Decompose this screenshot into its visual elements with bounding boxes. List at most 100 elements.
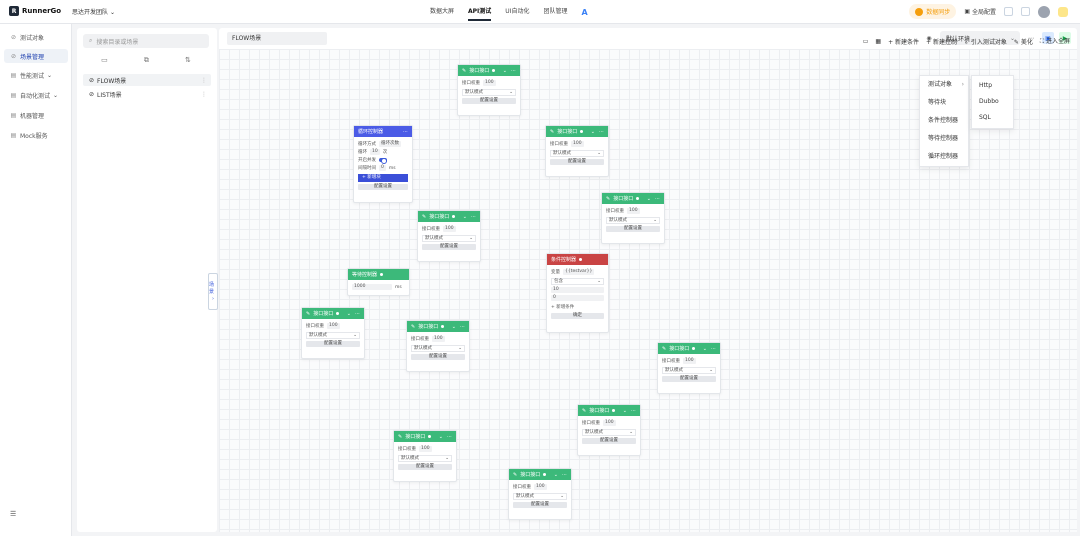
weight-input[interactable]: 100 — [327, 323, 340, 329]
menu-item-loop[interactable]: 循环控制器 — [920, 148, 968, 166]
api-node[interactable]: ✎ 接口接口 ⌄ ⋯ 接口权重 100 默认模式 ⌄ 配置设置 — [657, 342, 721, 394]
config-button[interactable]: 配置设置 — [606, 226, 660, 232]
more-icon[interactable]: ⋯ — [599, 129, 604, 135]
weight-input[interactable]: 100 — [443, 226, 456, 232]
grid-icon[interactable]: ▦ — [875, 38, 881, 45]
side-panel-toggle[interactable]: 场景 › — [208, 273, 218, 310]
new-scene-icon[interactable]: ⧉ — [144, 56, 149, 65]
chevron-down-icon[interactable]: ⌄ — [591, 129, 595, 135]
edit-icon[interactable]: ✎ — [582, 408, 586, 414]
more-icon[interactable]: ⋯ — [460, 324, 465, 330]
add-condition-button[interactable]: + 新建条件 — [888, 37, 919, 46]
api-node[interactable]: ✎ 接口接口 ⌄ ⋯ 接口权重 100 默认模式 ⌄ 配置设置 — [406, 320, 470, 372]
config-button[interactable]: 配置设置 — [422, 244, 476, 250]
more-icon[interactable]: ⋮ — [201, 91, 207, 98]
config-button[interactable]: 配置设置 — [550, 159, 604, 165]
leftnav-item-mock[interactable]: ▤ Mock服务 — [4, 128, 68, 142]
api-node[interactable]: ✎ 接口接口 ⌄ ⋯ 接口权重 100 默认模式 ⌄ 配置设置 — [545, 125, 609, 177]
weight-input[interactable]: 100 — [627, 208, 640, 214]
edit-icon[interactable]: ✎ — [550, 129, 554, 135]
more-icon[interactable]: ⋯ — [355, 311, 360, 317]
api-node[interactable]: ✎ 接口接口 ⌄ ⋯ 接口权重 100 默认模式 ⌄ 配置设置 — [393, 430, 457, 482]
mode-select[interactable]: 默认模式 ⌄ — [606, 217, 660, 224]
submenu-item-sql[interactable]: SQL — [972, 110, 1013, 126]
scene-item[interactable]: ⊘ LIST场景 ⋮ — [83, 88, 211, 100]
config-button[interactable]: 配置设置 — [513, 502, 567, 508]
edit-icon[interactable]: ✎ — [306, 311, 310, 317]
chevron-down-icon[interactable]: ⌄ — [703, 346, 707, 352]
weight-input[interactable]: 100 — [571, 141, 584, 147]
new-folder-icon[interactable]: ▭ — [101, 56, 108, 65]
more-icon[interactable]: ⋯ — [711, 346, 716, 352]
api-node[interactable]: ✎ 接口接口 ⌄ ⋯ 接口权重 100 默认模式 ⌄ 配置设置 — [457, 64, 521, 116]
operator-select[interactable]: 包含 ⌄ — [551, 278, 604, 285]
confirm-button[interactable]: 确定 — [551, 313, 604, 319]
edit-icon[interactable]: ✎ — [398, 434, 402, 440]
menu-item-condition[interactable]: 条件控制器 — [920, 112, 968, 130]
interval-input[interactable]: 0 — [379, 165, 386, 171]
weight-input[interactable]: 100 — [432, 336, 445, 342]
menu-item-test-object[interactable]: 测试对象 › — [920, 76, 968, 94]
more-icon[interactable]: ⋯ — [403, 129, 408, 135]
topnav-item-team[interactable]: 团队管理 — [543, 0, 567, 24]
weight-input[interactable]: 100 — [683, 358, 696, 364]
language-icon[interactable] — [1021, 7, 1030, 16]
value2-input[interactable]: 0 — [551, 295, 604, 301]
submenu-item-dubbo[interactable]: Dubbo — [972, 94, 1013, 110]
mode-select[interactable]: 默认模式 ⌄ — [662, 367, 716, 374]
edit-icon[interactable]: ✎ — [422, 214, 426, 220]
config-button[interactable]: 配置设置 — [398, 464, 452, 470]
condition-controller-node[interactable]: 条件控制器 变量 {{testvar}} 包含 ⌄ 10 0 + 新增条件 确定 — [546, 253, 609, 333]
weight-input[interactable]: 100 — [534, 484, 547, 490]
team-switcher[interactable]: 思达开发团队 ⌄ — [72, 7, 115, 16]
add-block-button[interactable]: + 新增块 — [358, 174, 408, 182]
chevron-down-icon[interactable]: ⌄ — [452, 324, 456, 330]
add-controller-button[interactable]: + 新建控制 — [926, 37, 957, 46]
edit-icon[interactable]: ✎ — [411, 324, 415, 330]
more-icon[interactable]: ⋯ — [471, 214, 476, 220]
edit-icon[interactable]: ✎ — [462, 68, 466, 74]
weight-input[interactable]: 100 — [483, 80, 496, 86]
fullscreen-button[interactable]: ⛶ 进入全屏 — [1040, 36, 1070, 46]
loop-count-input[interactable]: 10 — [370, 149, 380, 155]
menu-toggle-icon[interactable]: ☰ — [10, 510, 16, 518]
weight-input[interactable]: 100 — [603, 420, 616, 426]
config-button[interactable]: 配置设置 — [358, 184, 408, 190]
submenu-item-http[interactable]: Http — [972, 78, 1013, 94]
scene-search-input[interactable]: ⌕ 搜索目录或场景 — [83, 34, 209, 48]
topnav-item-ui-auto[interactable]: UI自动化 — [505, 0, 529, 24]
var-input[interactable]: {{testvar}} — [563, 269, 595, 275]
leftnav-item-test-object[interactable]: ⊘ 测试对象 — [4, 30, 68, 44]
avatar[interactable] — [1038, 5, 1050, 18]
config-button[interactable]: 配置设置 — [662, 376, 716, 382]
mode-select[interactable]: 默认模式 ⌄ — [513, 493, 567, 500]
monitor-icon[interactable]: ▭ — [863, 38, 869, 45]
chevron-down-icon[interactable]: ⌄ — [439, 434, 443, 440]
beautify-button[interactable]: ✎ 美化 — [1014, 37, 1033, 46]
loop-controller-node[interactable]: 循环控制器 ⋯ 循环方式 循环次数 循环 10 次 开启并发 间隔时间 0 ms + 新增… — [353, 125, 413, 203]
chevron-down-icon[interactable]: ⌄ — [623, 408, 627, 414]
edit-icon[interactable]: ✎ — [606, 196, 610, 202]
config-button[interactable]: 配置设置 — [411, 354, 465, 360]
mode-select[interactable]: 默认模式 ⌄ — [398, 455, 452, 462]
topnav-item-api-test[interactable]: API测试 — [468, 0, 492, 24]
api-node[interactable]: ✎ 接口接口 ⌄ ⋯ 接口权重 100 默认模式 ⌄ 配置设置 — [417, 210, 481, 262]
mode-select[interactable]: 默认模式 ⌄ — [306, 332, 360, 339]
more-icon[interactable]: ⋯ — [511, 68, 516, 74]
api-node[interactable]: ✎ 接口接口 ⌄ ⋯ 接口权重 100 默认模式 ⌄ 配置设置 — [301, 307, 365, 359]
data-sync-button[interactable]: 数据同步 — [909, 4, 957, 19]
config-button[interactable]: 配置设置 — [462, 98, 516, 104]
weight-input[interactable]: 100 — [419, 446, 432, 452]
menu-item-wait-controller[interactable]: 等待控制器 — [920, 130, 968, 148]
add-condition-row[interactable]: + 新增条件 — [551, 303, 604, 311]
value-input[interactable]: 10 — [551, 287, 604, 293]
loop-mode-select[interactable]: 循环次数 — [379, 141, 401, 147]
chevron-down-icon[interactable]: ⌄ — [554, 472, 558, 478]
mode-select[interactable]: 默认模式 ⌄ — [411, 345, 465, 352]
chevron-down-icon[interactable]: ⌄ — [463, 214, 467, 220]
more-icon[interactable]: ⋮ — [201, 77, 207, 84]
wait-controller-node[interactable]: 等待控制器 1000 ms — [347, 268, 410, 296]
scene-title[interactable]: FLOW场景 — [227, 32, 327, 45]
more-icon[interactable]: ⋯ — [562, 472, 567, 478]
mode-select[interactable]: 默认模式 ⌄ — [550, 150, 604, 157]
